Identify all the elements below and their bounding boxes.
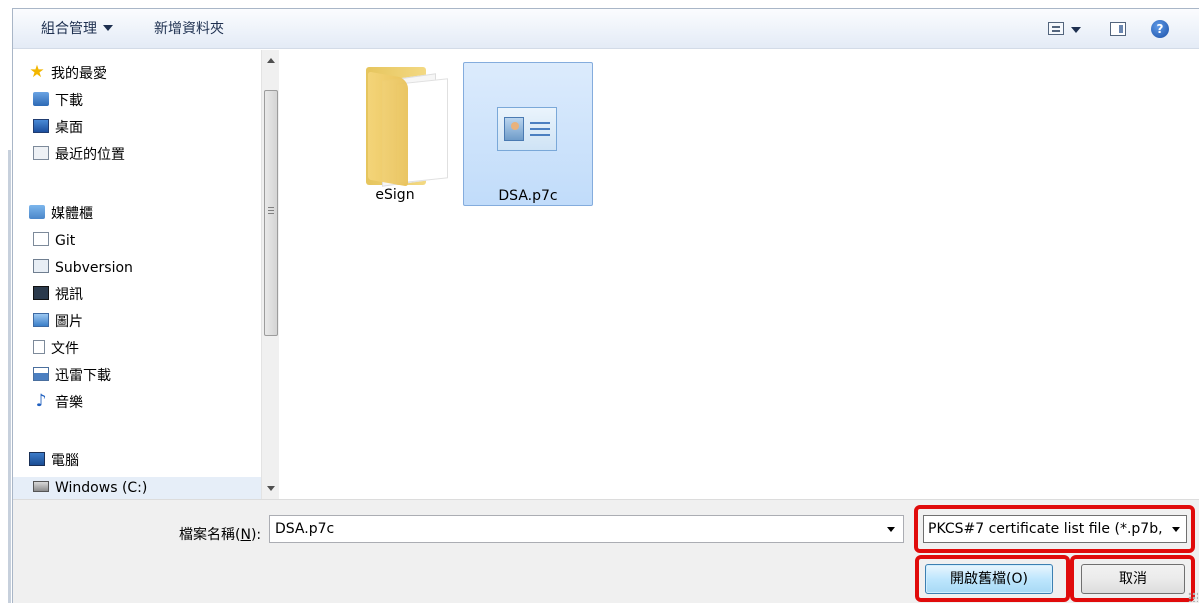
open-file-dialog: 組合管理 新增資料夾 ? ★ 我的最愛 下載 桌面 最近的位置 媒體櫃 Git S… xyxy=(12,8,1199,603)
documents-library-icon xyxy=(33,340,45,354)
nav-item-subversion[interactable]: Subversion xyxy=(33,257,133,279)
chevron-down-icon[interactable] xyxy=(1172,527,1180,532)
subversion-library-icon xyxy=(33,259,49,273)
organize-button[interactable]: 組合管理 xyxy=(35,9,119,49)
toolbar: 組合管理 新增資料夾 ? xyxy=(13,9,1199,49)
nav-label: 圖片 xyxy=(55,314,83,330)
nav-item-music[interactable]: ♪ 音樂 xyxy=(33,392,83,414)
downloads-folder-icon xyxy=(33,92,49,106)
certificate-file-icon xyxy=(497,107,557,151)
resize-grip-icon[interactable] xyxy=(1188,592,1198,602)
music-library-icon: ♪ xyxy=(35,391,47,411)
nav-label: 下載 xyxy=(55,93,83,109)
nav-libraries[interactable]: 媒體櫃 xyxy=(29,203,93,225)
folder-icon xyxy=(366,67,450,187)
desktop-icon xyxy=(33,119,49,133)
nav-item-documents[interactable]: 文件 xyxy=(33,338,79,360)
nav-label: Subversion xyxy=(55,260,133,276)
file-item-esign[interactable]: eSign xyxy=(330,62,460,206)
nav-item-pictures[interactable]: 圖片 xyxy=(33,311,83,333)
nav-item-git[interactable]: Git xyxy=(33,230,75,252)
nav-favorites[interactable]: ★ 我的最愛 xyxy=(29,63,107,85)
nav-label: 我的最愛 xyxy=(51,66,107,82)
file-item-dsa-p7c[interactable]: DSA.p7c xyxy=(463,62,593,206)
nav-item-desktop[interactable]: 桌面 xyxy=(33,117,83,139)
nav-item-windows-drive[interactable]: Windows (C:) xyxy=(13,477,261,499)
chevron-down-icon xyxy=(103,25,113,31)
new-folder-button[interactable]: 新增資料夾 xyxy=(148,9,230,49)
file-list: eSign DSA.p7c xyxy=(280,50,1199,499)
scroll-up-arrow-icon[interactable] xyxy=(267,58,275,63)
nav-label: 最近的位置 xyxy=(55,147,125,163)
nav-item-downloads[interactable]: 下載 xyxy=(33,90,83,112)
scroll-down-arrow-icon[interactable] xyxy=(267,486,275,491)
organize-label: 組合管理 xyxy=(41,21,97,37)
filename-combobox[interactable] xyxy=(269,515,904,543)
background-window-edge xyxy=(0,0,12,603)
star-icon: ★ xyxy=(29,62,45,82)
filetype-value: PKCS#7 certificate list file (*.p7b, xyxy=(928,521,1163,537)
nav-item-recent[interactable]: 最近的位置 xyxy=(33,144,125,166)
nav-label: 電腦 xyxy=(51,453,79,469)
file-name: eSign xyxy=(375,187,415,203)
pictures-library-icon xyxy=(33,313,49,327)
nav-computer[interactable]: 電腦 xyxy=(29,450,79,472)
preview-pane-icon[interactable] xyxy=(1110,20,1128,38)
nav-scrollbar[interactable] xyxy=(261,50,279,499)
nav-label: 桌面 xyxy=(55,120,83,136)
xunlei-downloads-icon xyxy=(33,367,49,381)
nav-label: Git xyxy=(55,233,76,249)
chevron-down-icon[interactable] xyxy=(887,527,895,532)
nav-label: 文件 xyxy=(51,341,79,357)
library-icon xyxy=(29,205,45,219)
dialog-footer: 檔案名稱(N): PKCS#7 certificate list file (*… xyxy=(13,499,1199,603)
navigation-pane: ★ 我的最愛 下載 桌面 最近的位置 媒體櫃 Git Subversion 視訊 … xyxy=(13,50,261,499)
open-button[interactable]: 開啟舊檔(O) xyxy=(925,564,1053,594)
help-icon[interactable]: ? xyxy=(1151,20,1169,38)
nav-item-video[interactable]: 視訊 xyxy=(33,284,83,306)
recent-places-icon xyxy=(33,146,49,160)
video-library-icon xyxy=(33,286,49,300)
nav-label: 迅雷下載 xyxy=(55,368,111,384)
filename-input[interactable] xyxy=(270,516,870,542)
git-library-icon xyxy=(33,232,49,246)
view-options-icon[interactable] xyxy=(1048,20,1084,38)
filename-label: 檔案名稱(N): xyxy=(179,527,262,543)
file-name: DSA.p7c xyxy=(498,188,558,204)
nav-label: Windows (C:) xyxy=(55,480,148,496)
nav-item-xunlei[interactable]: 迅雷下載 xyxy=(33,365,111,387)
windows-drive-icon xyxy=(33,480,49,492)
cancel-button[interactable]: 取消 xyxy=(1081,564,1185,594)
scrollbar-thumb[interactable] xyxy=(264,90,278,336)
nav-label: 音樂 xyxy=(55,395,83,411)
nav-label: 視訊 xyxy=(55,287,83,303)
nav-label: 媒體櫃 xyxy=(51,206,93,222)
filetype-select[interactable]: PKCS#7 certificate list file (*.p7b, xyxy=(923,515,1187,543)
computer-icon xyxy=(29,452,45,466)
